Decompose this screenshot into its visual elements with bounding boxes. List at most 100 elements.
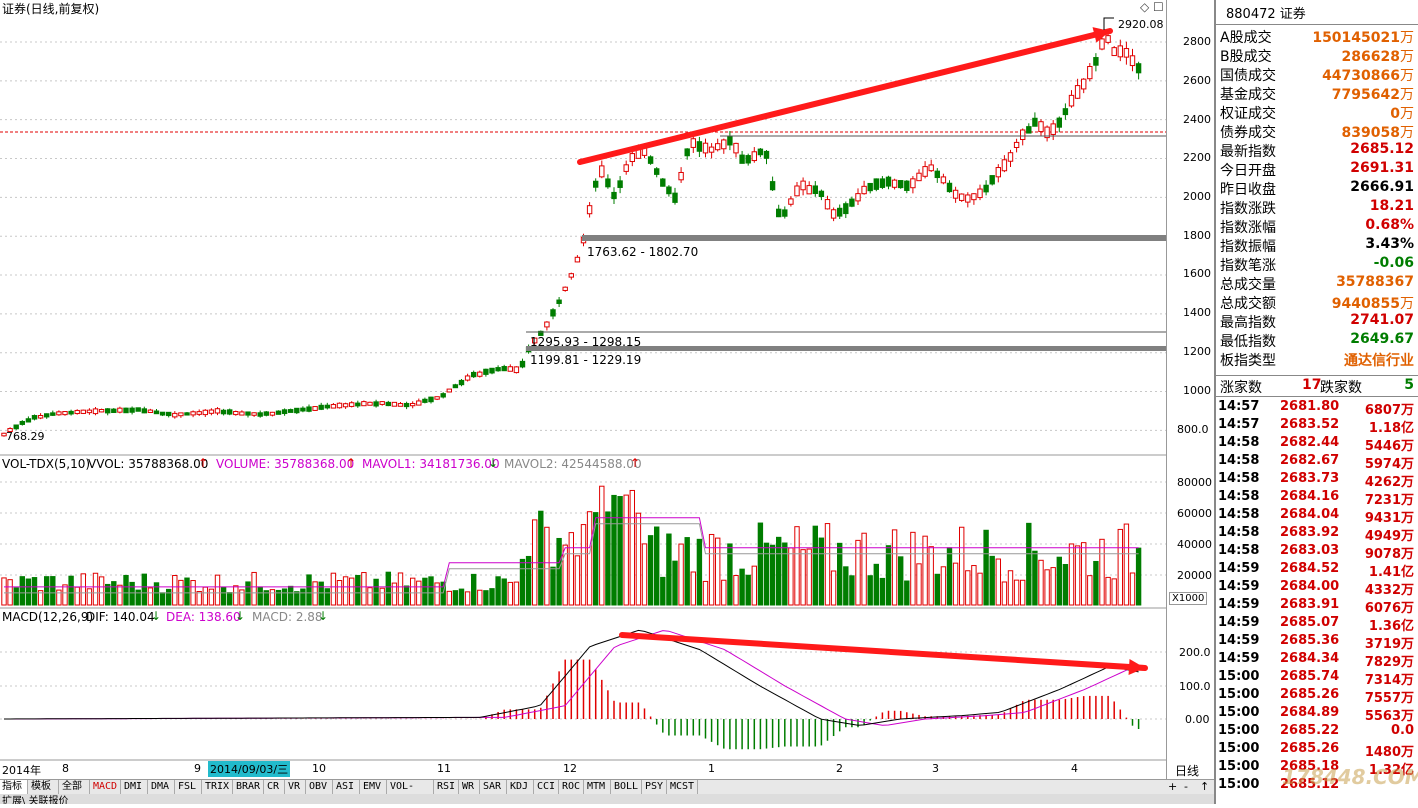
- tick-row: 14:58 2684.16 7231万: [1218, 489, 1416, 508]
- stat-label: B股成交: [1220, 49, 1272, 65]
- tab-dmi[interactable]: DMI: [122, 780, 148, 794]
- candle-body: [391, 401, 398, 407]
- candle-body: [837, 207, 843, 217]
- candle-body: [336, 402, 343, 409]
- tab-boll[interactable]: BOLL: [612, 780, 642, 794]
- candle-body: [495, 367, 501, 372]
- date-axis-month: 8: [62, 762, 69, 775]
- volume-bar: [989, 555, 995, 606]
- candle-body: [312, 406, 318, 411]
- tab-wr[interactable]: WR: [460, 780, 480, 794]
- volume-bar: [422, 577, 428, 606]
- candle-body: [550, 309, 556, 317]
- volume-bar: [355, 574, 361, 606]
- candle-body: [702, 142, 709, 154]
- volume-bar: [965, 570, 971, 606]
- tab-all[interactable]: 全部: [60, 780, 90, 794]
- vol-mavol2-value: MAVOL2: 42544588.00: [504, 457, 642, 471]
- tab-macd[interactable]: MACD: [91, 780, 121, 794]
- volume-bar: [1093, 560, 1099, 606]
- tab-asi[interactable]: ASI: [334, 780, 360, 794]
- volume-bar: [824, 523, 831, 606]
- price-tick: 1400: [1183, 306, 1211, 319]
- candle-body: [733, 142, 739, 154]
- candle-body: [593, 180, 599, 188]
- tick-price: 2684.89: [1280, 705, 1340, 720]
- stat-number: 通达信行业: [1344, 353, 1414, 369]
- tab-trix[interactable]: TRIX: [203, 780, 233, 794]
- volume-bar: [1062, 564, 1069, 606]
- macd-indicator-name[interactable]: MACD(12,26,9): [2, 610, 93, 624]
- stat-value: 2691.31: [1350, 160, 1414, 176]
- tab-mtm[interactable]: MTM: [585, 780, 611, 794]
- price-tick: 800.0: [1177, 423, 1209, 436]
- tick-time: 14:59: [1218, 561, 1260, 576]
- period-label[interactable]: 日线: [1175, 762, 1199, 779]
- tick-time: 14:58: [1218, 507, 1260, 522]
- volume-bar: [129, 581, 135, 606]
- candle-body: [208, 409, 215, 414]
- tab-cci[interactable]: CCI: [535, 780, 559, 794]
- volume-bar: [1007, 570, 1014, 606]
- trend-arrow-price: [577, 28, 1113, 165]
- tick-price: 2682.67: [1280, 453, 1340, 468]
- volume-bar: [92, 572, 99, 606]
- candle-body: [745, 155, 751, 164]
- tab-indicator[interactable]: 指标: [0, 780, 28, 794]
- tab-brar[interactable]: BRAR: [234, 780, 264, 794]
- candle-body: [879, 178, 886, 188]
- tab-mcst[interactable]: MCST: [668, 780, 698, 794]
- tab-template[interactable]: 模板: [29, 780, 59, 794]
- tab-sar[interactable]: SAR: [481, 780, 507, 794]
- vol-indicator-name[interactable]: VOL-TDX(5,10): [2, 457, 90, 471]
- stat-label: 昨日收盘: [1220, 182, 1276, 198]
- tab-vol-tdx[interactable]: VOL-TDX: [388, 780, 434, 806]
- stat-number: 2741.07: [1350, 312, 1414, 328]
- tab-obv[interactable]: OBV: [307, 780, 333, 794]
- scroll-right-button[interactable]: ↑: [1200, 780, 1209, 793]
- candle-body: [416, 400, 422, 406]
- candle-body: [135, 407, 141, 412]
- stat-unit: 万: [1400, 125, 1414, 141]
- tick-vol: 6807万: [1364, 403, 1414, 418]
- zoom-out-button[interactable]: -: [1184, 780, 1188, 793]
- volume-bar: [1001, 581, 1008, 606]
- candle-body: [1056, 117, 1062, 128]
- tab-rsi[interactable]: RSI: [435, 780, 459, 794]
- tick-time: 15:00: [1218, 705, 1260, 720]
- price-tick: 1000: [1183, 384, 1211, 397]
- candle-body: [513, 366, 520, 374]
- tab-psy[interactable]: PSY: [643, 780, 667, 794]
- candle-body: [251, 412, 257, 416]
- tab-vr[interactable]: VR: [286, 780, 306, 794]
- tab-dma[interactable]: DMA: [149, 780, 175, 794]
- volume-bar: [184, 577, 190, 606]
- volume-bar: [934, 573, 940, 606]
- chart-window-icons[interactable]: ◇ ☐: [1140, 0, 1164, 14]
- candle-body: [471, 371, 477, 378]
- kline-chart[interactable]: [0, 0, 1166, 780]
- tick-row: 14:59 2685.36 3719万: [1218, 633, 1416, 652]
- tab-roc[interactable]: ROC: [560, 780, 584, 794]
- volume-bar: [56, 589, 62, 606]
- tick-vol: 7829万: [1364, 655, 1414, 670]
- tab-fsl[interactable]: FSL: [176, 780, 202, 794]
- volume-bar: [525, 555, 532, 606]
- date-axis-month: 1: [708, 762, 715, 775]
- volume-bar: [68, 575, 74, 606]
- tab-cr[interactable]: CR: [265, 780, 285, 794]
- candle-body: [428, 396, 434, 403]
- tab-kdj[interactable]: KDJ: [508, 780, 534, 794]
- kline-chart-area[interactable]: 证券(日线,前复权) ◇ ☐ 2920.08 768.29 1763.62 - …: [0, 0, 1166, 780]
- gap-label-2: 1295.93 - 1298.15: [530, 335, 642, 349]
- volume-bar: [690, 571, 696, 606]
- zoom-in-button[interactable]: +: [1168, 780, 1177, 793]
- price-tick: 2200: [1183, 151, 1211, 164]
- tab-emv[interactable]: EMV: [361, 780, 387, 794]
- candle-body: [849, 198, 855, 207]
- quote-panel: 880472 证券 A股成交 150145021万 B股成交 286628万 国债成交 4…: [1214, 0, 1418, 804]
- volume-bar: [647, 535, 654, 606]
- bottom-tabs-text[interactable]: 扩展\ 关联报价: [2, 794, 69, 804]
- tick-price: 2684.16: [1280, 489, 1340, 504]
- volume-bar: [31, 577, 38, 606]
